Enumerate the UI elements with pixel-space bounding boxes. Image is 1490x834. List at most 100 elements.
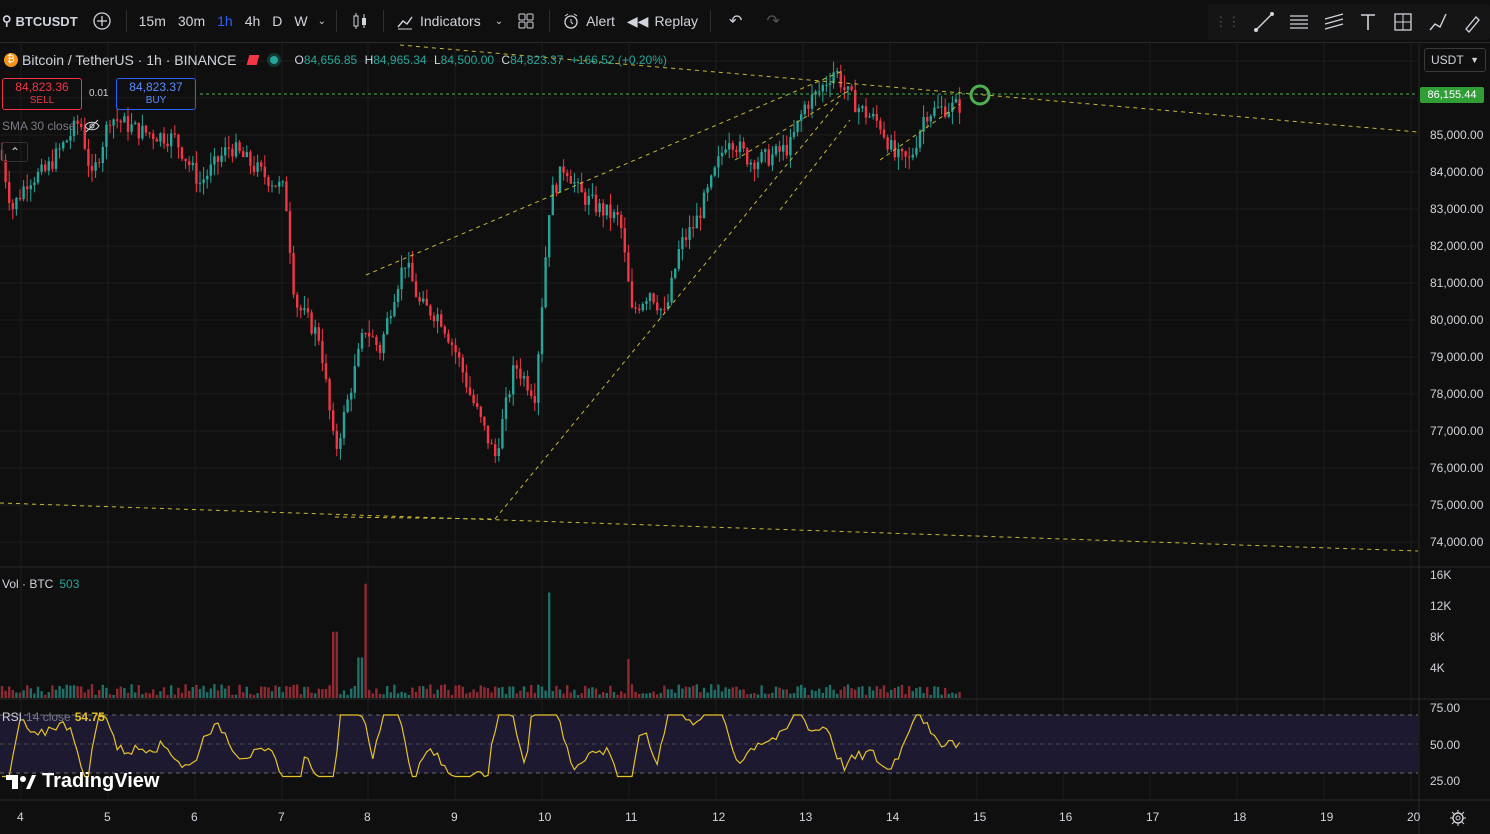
- volume-bar: [306, 686, 310, 698]
- volume-bar: [54, 689, 58, 698]
- candle-body: [648, 293, 652, 301]
- volume-legend[interactable]: Vol · BTC 503: [2, 577, 79, 591]
- volume-bar: [656, 694, 659, 698]
- volume-bar: [465, 693, 468, 698]
- price-axis-label: 75,000.00: [1430, 498, 1484, 512]
- candle-body: [346, 399, 349, 413]
- tradingview-logo[interactable]: TradingView: [6, 770, 159, 793]
- candle-body: [803, 104, 806, 115]
- candle-body: [767, 149, 770, 166]
- sma-legend[interactable]: SMA 30 close: [2, 119, 101, 133]
- volume-bar: [803, 687, 806, 698]
- candle-body: [695, 215, 698, 229]
- candle-body: [141, 125, 144, 139]
- volume-bar: [335, 631, 338, 698]
- volume-bar: [839, 689, 842, 698]
- price-axis-label: 74,000.00: [1430, 535, 1484, 549]
- volume-bar: [353, 686, 356, 698]
- volume-bar: [422, 686, 425, 698]
- candle-body: [670, 277, 673, 303]
- candle-body: [220, 155, 223, 163]
- chart-canvas[interactable]: [0, 0, 1490, 834]
- candle-body: [51, 161, 54, 169]
- candle-body: [260, 162, 263, 167]
- pair-title[interactable]: Bitcoin / TetherUS · 1h · BINANCE: [22, 52, 236, 68]
- volume-bar: [414, 692, 418, 698]
- volume-bar: [328, 685, 331, 698]
- candle-body: [922, 117, 925, 132]
- buy-button[interactable]: 84,823.37 BUY: [116, 78, 196, 110]
- candle-body: [11, 202, 14, 210]
- volume-bar: [814, 690, 817, 698]
- candle-body: [461, 357, 464, 373]
- candle-body: [915, 147, 918, 155]
- candle-body: [785, 145, 788, 156]
- volume-bar: [364, 583, 367, 698]
- candle-body: [69, 136, 72, 141]
- candle-body: [184, 158, 187, 162]
- candle-body: [26, 186, 29, 190]
- candle-body: [868, 116, 871, 118]
- candle-body: [166, 143, 169, 147]
- candle-body: [591, 194, 594, 196]
- candle-body: [180, 147, 184, 159]
- volume-bar: [288, 686, 292, 698]
- candle-body: [425, 298, 428, 306]
- volume-bar: [130, 684, 133, 698]
- flag-icon[interactable]: [247, 55, 260, 65]
- volume-bar: [278, 686, 281, 698]
- candle-body: [537, 354, 540, 403]
- candle-body: [630, 281, 634, 308]
- volume-bar: [515, 693, 518, 698]
- candle-body: [756, 162, 760, 170]
- rsi-legend[interactable]: RSI 14 close 54.75: [2, 710, 105, 724]
- volume-bar: [836, 693, 839, 698]
- candle-body: [778, 146, 781, 152]
- volume-bar: [638, 693, 641, 698]
- candle-body: [436, 314, 439, 322]
- candle-body: [155, 139, 158, 142]
- rsi-params: 14 close: [26, 710, 71, 724]
- candle-body: [40, 164, 43, 172]
- candle-body: [782, 145, 785, 152]
- volume-bar: [908, 686, 911, 698]
- candle-body: [274, 185, 277, 187]
- candle-body: [656, 302, 659, 311]
- volume-bar: [519, 690, 522, 698]
- volume-bar: [674, 692, 677, 698]
- rsi-axis-label: 75.00: [1430, 701, 1461, 715]
- volume-bar: [522, 686, 526, 698]
- volume-bar: [843, 686, 846, 698]
- candle-body: [202, 179, 205, 184]
- candle-body: [105, 124, 108, 147]
- candle-body: [594, 194, 598, 213]
- volume-bar: [526, 692, 529, 698]
- volume-axis-label: 4K: [1430, 661, 1445, 675]
- candle-body: [710, 175, 713, 188]
- time-axis-label: 8: [364, 810, 371, 824]
- volume-bar: [548, 592, 551, 698]
- volume-bar: [94, 694, 97, 698]
- candle-body: [317, 327, 320, 341]
- candle-body: [342, 412, 346, 439]
- volume-bar: [245, 686, 248, 698]
- volume-bar: [926, 687, 929, 698]
- volume-bar: [231, 694, 234, 698]
- volume-bar: [879, 689, 882, 698]
- volume-bar: [26, 685, 29, 698]
- volume-bar: [4, 690, 7, 698]
- settings-gear-icon[interactable]: [1448, 808, 1468, 828]
- candle-body: [324, 363, 328, 380]
- candle-body: [296, 294, 299, 308]
- volume-bar: [767, 693, 770, 698]
- volume-bar: [598, 694, 601, 698]
- eye-hidden-icon[interactable]: [83, 119, 101, 133]
- volume-bar: [936, 686, 940, 698]
- collapse-legend-button[interactable]: ⌃: [2, 142, 28, 162]
- volume-bar: [126, 692, 130, 698]
- currency-select[interactable]: USDT ▼: [1424, 48, 1486, 72]
- sell-button[interactable]: 84,823.36 SELL: [2, 78, 82, 110]
- volume-bar: [602, 692, 605, 698]
- candle-body: [267, 177, 270, 186]
- candle-body: [836, 71, 839, 73]
